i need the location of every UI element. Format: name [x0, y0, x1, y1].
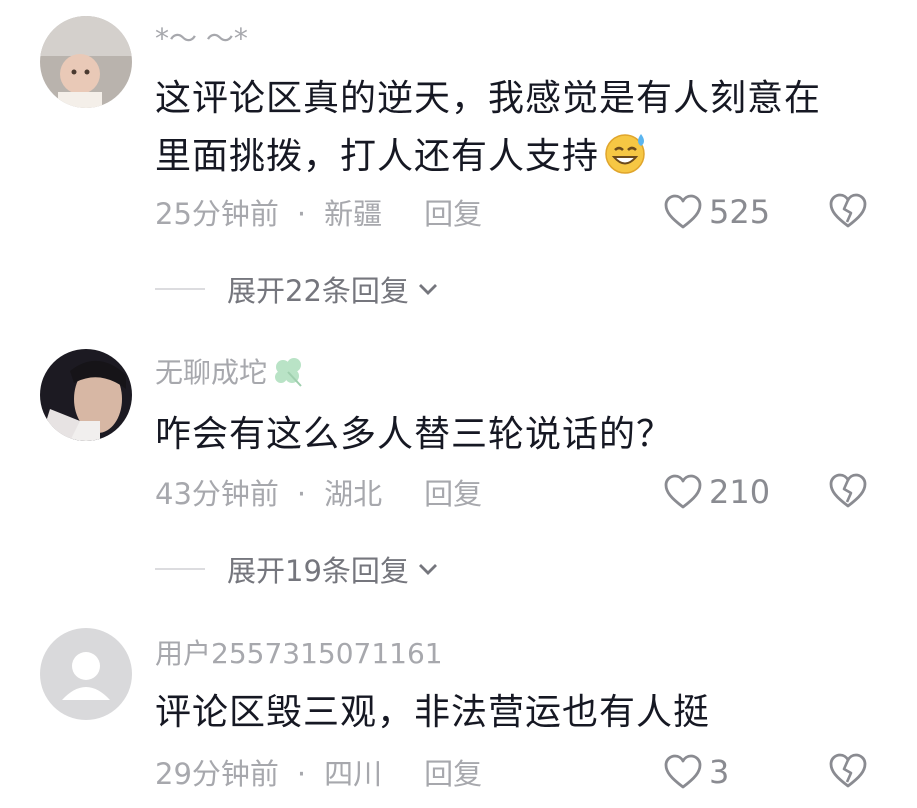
comment-location: 湖北: [324, 477, 383, 511]
default-avatar[interactable]: [40, 628, 132, 720]
reply-button[interactable]: 回复: [424, 477, 482, 511]
expand-replies-button[interactable]: 展开22条回复: [155, 268, 439, 310]
comment-text: 评论区毁三观，非法营运也有人挺: [155, 692, 711, 733]
dislike-button[interactable]: [828, 472, 868, 514]
comment-meta: 29分钟前 · 四川 回复: [155, 756, 482, 792]
like-button[interactable]: 3: [663, 752, 729, 792]
comment-location: 新疆: [324, 197, 383, 231]
reply-button[interactable]: 回复: [424, 757, 482, 791]
heart-icon: [664, 754, 702, 789]
like-count: 525: [709, 193, 771, 231]
comment-time: 29分钟前: [155, 757, 279, 791]
divider-line: [155, 288, 205, 290]
comment-text: 这评论区真的逆天，我感觉是有人刻意在里面挑拨，打人还有人支持: [155, 70, 855, 192]
reply-button[interactable]: 回复: [424, 197, 482, 231]
comment-time: 43分钟前: [155, 477, 279, 511]
like-button[interactable]: 525: [663, 192, 770, 232]
divider-line: [155, 568, 205, 570]
chevron-down-icon: [418, 564, 437, 575]
like-button[interactable]: 210: [663, 472, 770, 512]
broken-heart-icon: [829, 193, 867, 228]
comment-username[interactable]: 用户2557315071161: [155, 637, 443, 671]
separator-dot: ·: [296, 197, 307, 231]
clover-icon: [275, 358, 302, 387]
comment-time: 25分钟前: [155, 197, 279, 231]
comment-location: 四川: [324, 757, 383, 791]
avatar[interactable]: [40, 349, 132, 441]
comment-username[interactable]: *～ ～*: [155, 22, 248, 56]
separator-dot: ·: [296, 757, 307, 791]
chevron-down-icon: [418, 284, 437, 295]
dislike-button[interactable]: [828, 752, 868, 794]
heart-icon: [664, 194, 702, 229]
comment-text-content: 这评论区真的逆天，我感觉是有人刻意在里面挑拨，打人还有人支持: [155, 78, 822, 177]
like-count: 210: [709, 473, 771, 511]
broken-heart-icon: [829, 753, 867, 788]
separator-dot: ·: [296, 477, 307, 511]
comment-meta: 43分钟前 · 湖北 回复: [155, 476, 482, 512]
heart-icon: [664, 474, 702, 509]
dislike-button[interactable]: [828, 192, 868, 234]
sweat-smile-emoji-icon: [603, 130, 651, 192]
comment-text: 咋会有这么多人替三轮说话的？: [155, 414, 674, 455]
broken-heart-icon: [829, 473, 867, 508]
expand-replies-label: 展开19条回复: [227, 554, 409, 588]
comment-username-text: 无聊成坨: [155, 356, 268, 389]
avatar[interactable]: [40, 16, 132, 108]
comment-username[interactable]: 无聊成坨: [155, 356, 307, 390]
like-count: 3: [709, 753, 730, 791]
comment-meta: 25分钟前 · 新疆 回复: [155, 196, 482, 232]
expand-replies-label: 展开22条回复: [227, 274, 409, 308]
expand-replies-button[interactable]: 展开19条回复: [155, 548, 439, 590]
